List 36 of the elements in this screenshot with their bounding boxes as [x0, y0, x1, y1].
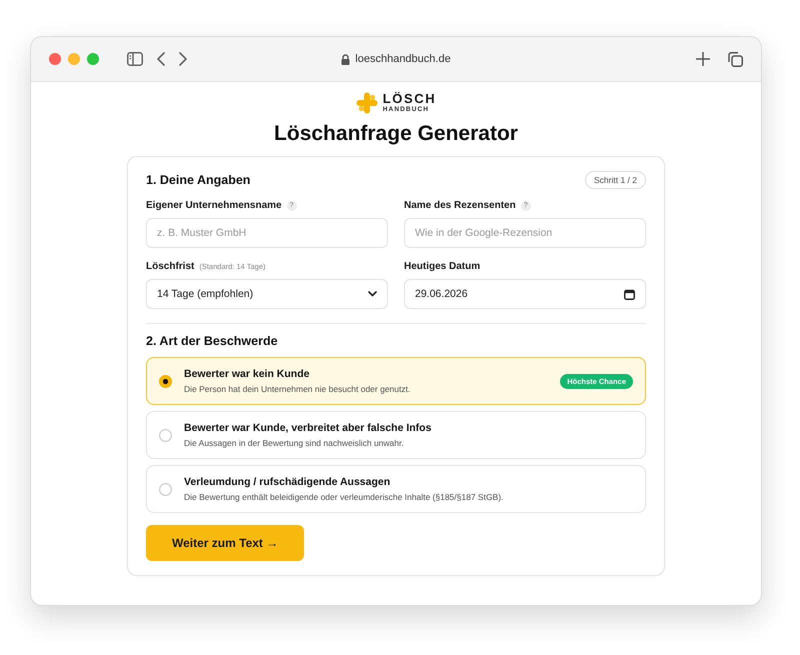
dropdown-field[interactable]: 14 Tage (empfohlen): [146, 279, 388, 309]
option-title: Verleumdung / rufschädigende Aussagen: [184, 476, 392, 488]
forward-icon[interactable]: [179, 52, 187, 66]
tab-overview-icon[interactable]: [728, 52, 743, 66]
chevron-down-icon: [368, 291, 377, 297]
section-heading: 1. Deine Angaben: [146, 173, 250, 187]
section-heading: 2. Art der Beschwerde: [146, 334, 279, 348]
text-input-field[interactable]: z. B. Muster GmbH: [146, 218, 388, 248]
lock-icon: [341, 54, 350, 64]
url-text[interactable]: loeschhandbuch.de: [355, 53, 451, 65]
logo-icon: [356, 92, 378, 114]
logo-wordmark: LÖSCH: [382, 92, 436, 106]
sidebar-icon[interactable]: [127, 52, 143, 66]
date-field[interactable]: 29.06.2026: [404, 279, 646, 309]
text-input-field[interactable]: Wie in der Google-Rezension: [404, 218, 646, 248]
option-description: Die Bewertung enthält beleidigende oder verleumderische Inhalte (§185/§187 StGB).: [184, 492, 504, 502]
radio-button[interactable]: [159, 374, 172, 388]
step-indicator: Schritt 1 / 2: [585, 171, 646, 189]
option-card[interactable]: Bewerter war Kunde, verbreitet aber falsche Infos Die Aussagen in der Bewertung sind nachweislich unwahr.: [146, 411, 646, 459]
close-window-icon[interactable]: [49, 53, 61, 65]
option-card[interactable]: Verleumdung / rufschädigende Aussagen Die Bewertung enthält beleidigende oder verleumderische Inhalte (§185/§187 StGB).: [146, 465, 646, 513]
field-label: Name des Rezensenten: [404, 200, 516, 211]
option-title: Bewerter war Kunde, verbreitet aber falsche Infos: [184, 422, 432, 434]
back-icon[interactable]: [157, 52, 165, 66]
option-description: Die Aussagen in der Bewertung sind nachweislich unwahr.: [184, 438, 405, 448]
calendar-icon[interactable]: [624, 288, 635, 300]
option-title: Bewerter war kein Kunde: [184, 368, 310, 380]
radio-button[interactable]: [159, 482, 172, 496]
radio-button[interactable]: [159, 428, 172, 442]
field-label: Heutiges Datum: [404, 261, 480, 272]
continue-button[interactable]: Weiter zum Text →: [146, 525, 304, 561]
field-label: Eigener Unternehmensname: [146, 200, 282, 211]
option-description: Die Person hat dein Unternehmen nie besucht oder genutzt.: [184, 384, 412, 394]
page-title: Löschanfrage Generator: [274, 122, 518, 146]
field-label: Löschfrist: [146, 261, 194, 272]
plus-icon[interactable]: [696, 52, 710, 66]
